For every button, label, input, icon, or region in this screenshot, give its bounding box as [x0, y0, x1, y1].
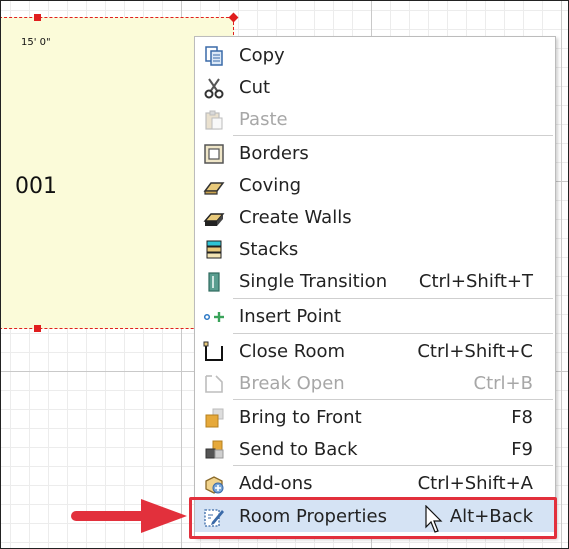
menu-separator — [233, 399, 553, 400]
menu-item-single-transition[interactable]: Single Transition Ctrl+Shift+T — [195, 265, 555, 297]
menu-item-label: Paste — [239, 109, 288, 130]
menu-item-shortcut: Ctrl+Shift+T — [418, 271, 533, 292]
insert-point-icon — [203, 306, 225, 328]
room-number: 001 — [15, 174, 57, 199]
menu-item-create-walls[interactable]: Create Walls — [195, 201, 555, 233]
menu-item-stacks[interactable]: Stacks — [195, 233, 555, 265]
menu-item-close-room[interactable]: Close Room Ctrl+Shift+C — [195, 335, 555, 367]
room-vertex-handle[interactable] — [228, 12, 239, 23]
menu-item-borders[interactable]: Borders — [195, 137, 555, 169]
highlight-box — [189, 497, 557, 539]
menu-item-label: Insert Point — [239, 306, 342, 327]
stacks-icon — [203, 239, 225, 261]
menu-item-break-open[interactable]: Break Open Ctrl+B — [195, 367, 555, 399]
close-room-icon — [203, 341, 225, 363]
copy-icon — [203, 45, 225, 67]
menu-separator — [233, 135, 553, 136]
menu-item-cut[interactable]: Cut — [195, 71, 555, 103]
menu-item-coving[interactable]: Coving — [195, 169, 555, 201]
menu-separator — [233, 465, 553, 466]
room-handle[interactable] — [34, 325, 41, 332]
menu-item-label: Copy — [239, 45, 285, 66]
scissors-icon — [203, 77, 225, 99]
menu-item-label: Single Transition — [239, 271, 388, 292]
pointer-arrow-icon — [71, 499, 187, 533]
menu-item-shortcut: F9 — [511, 439, 533, 460]
menu-item-add-ons[interactable]: Add-ons Ctrl+Shift+A — [195, 467, 555, 499]
menu-item-label: Coving — [239, 175, 302, 196]
create-walls-icon — [203, 207, 225, 229]
menu-item-bring-to-front[interactable]: Bring to Front F8 — [195, 401, 555, 433]
menu-separator — [233, 333, 553, 334]
menu-separator — [233, 298, 553, 299]
menu-item-label: Bring to Front — [239, 407, 362, 428]
menu-item-shortcut: F8 — [511, 407, 533, 428]
coving-icon — [203, 175, 225, 197]
transition-icon — [203, 271, 225, 293]
menu-item-send-to-back[interactable]: Send to Back F9 — [195, 433, 555, 465]
menu-item-label: Break Open — [239, 373, 345, 394]
context-menu: Copy Cut Paste Borders Coving Create Wal… — [194, 36, 556, 538]
room-handle[interactable] — [34, 14, 41, 21]
mouse-cursor-icon — [425, 505, 443, 533]
room-dimension-label: 15' 0" — [21, 37, 51, 48]
menu-item-shortcut: Ctrl+Shift+A — [417, 473, 533, 494]
menu-item-paste[interactable]: Paste — [195, 103, 555, 135]
menu-item-shortcut: Ctrl+B — [473, 373, 533, 394]
menu-item-label: Close Room — [239, 341, 346, 362]
bring-front-icon — [203, 407, 225, 429]
menu-item-label: Add-ons — [239, 473, 313, 494]
menu-item-label: Cut — [239, 77, 271, 98]
menu-item-label: Stacks — [239, 239, 299, 260]
menu-item-shortcut: Ctrl+Shift+C — [417, 341, 533, 362]
addons-icon — [203, 473, 225, 495]
break-open-icon — [203, 373, 225, 395]
menu-item-label: Create Walls — [239, 207, 352, 228]
menu-item-label: Borders — [239, 143, 309, 164]
paste-icon — [203, 109, 225, 131]
canvas[interactable]: 15' 0" 001 Copy Cut Paste Borders Coving… — [0, 0, 569, 549]
menu-item-copy[interactable]: Copy — [195, 39, 555, 71]
borders-icon — [203, 143, 225, 165]
menu-item-label: Send to Back — [239, 439, 358, 460]
menu-item-insert-point[interactable]: Insert Point — [195, 300, 555, 332]
send-back-icon — [203, 439, 225, 461]
